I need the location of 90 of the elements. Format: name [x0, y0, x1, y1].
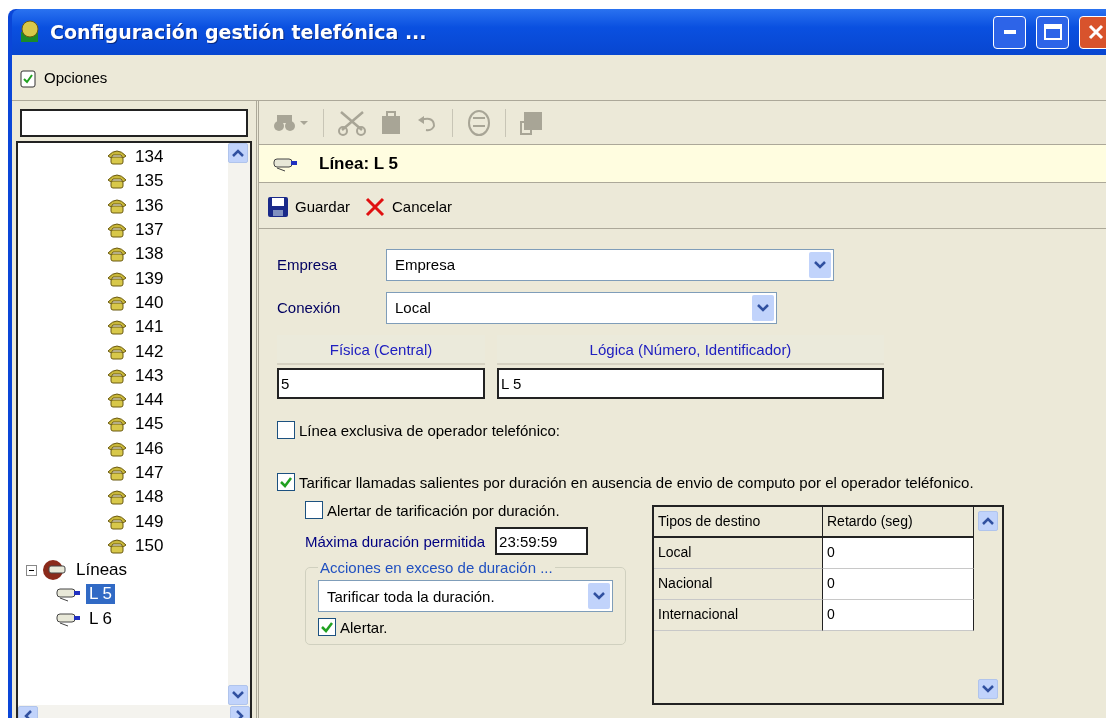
- maximize-button[interactable]: [1036, 15, 1069, 49]
- tree-item[interactable]: L 6: [86, 608, 115, 629]
- phone-icon: [106, 221, 128, 240]
- table-cell[interactable]: 0: [823, 569, 974, 600]
- tree-item[interactable]: Líneas: [73, 560, 131, 581]
- collapse-icon[interactable]: [26, 564, 37, 576]
- scrollbar[interactable]: [978, 511, 998, 699]
- tree-item[interactable]: 149: [132, 511, 167, 532]
- checkbox-label: Línea exclusiva de operador telefónico:: [299, 421, 560, 439]
- group-title: Acciones en exceso de duración ...: [319, 559, 554, 576]
- action-button[interactable]: Cancelar: [362, 193, 455, 220]
- table-cell: Nacional: [654, 569, 823, 600]
- phone-icon: [106, 415, 128, 434]
- menu-item[interactable]: Opciones: [18, 65, 110, 90]
- phone-icon: [106, 245, 128, 264]
- field-label: Conexión: [277, 299, 342, 316]
- phone-icon: [106, 391, 128, 410]
- app-icon: [18, 20, 42, 44]
- phone-icon: [106, 536, 128, 555]
- phone-icon: [106, 366, 128, 385]
- tree-item[interactable]: 150: [132, 535, 167, 556]
- maximize-icon: [1043, 24, 1062, 40]
- dropdown[interactable]: Empresa: [386, 248, 834, 281]
- field-label: Empresa: [277, 256, 339, 273]
- tree-item[interactable]: 134: [132, 147, 167, 168]
- field-label: Máxima duración permitida: [305, 532, 486, 550]
- tree-item[interactable]: 143: [132, 365, 167, 386]
- tree-item[interactable]: 138: [132, 244, 167, 265]
- phone-icon: [106, 342, 128, 361]
- tree-item[interactable]: 137: [132, 220, 167, 241]
- close-button[interactable]: [1079, 15, 1106, 49]
- line-device-icon: [273, 155, 299, 172]
- caret-icon: [982, 517, 994, 525]
- tree-item[interactable]: 148: [132, 487, 167, 508]
- scrollbar[interactable]: [228, 143, 250, 705]
- input-field[interactable]: 23:59:59: [495, 527, 589, 555]
- checkbox-label: Alertar de tarificación por duración.: [327, 501, 560, 519]
- phone-icon: [106, 269, 128, 288]
- phone-icon: [106, 148, 128, 167]
- line-device-icon: [56, 586, 82, 603]
- tree-item[interactable]: L 5: [86, 584, 115, 605]
- dropdown[interactable]: Tarificar toda la duración.: [318, 580, 613, 612]
- table-cell[interactable]: 0: [823, 538, 974, 569]
- tree-item[interactable]: 144: [132, 390, 167, 411]
- search-field[interactable]: [20, 109, 248, 137]
- table-cell: Internacional: [654, 600, 823, 631]
- close-icon: [1087, 24, 1104, 40]
- tree-item[interactable]: 139: [132, 268, 167, 289]
- tree-item[interactable]: 136: [132, 195, 167, 216]
- table-cell: Local: [654, 538, 823, 569]
- checkbox[interactable]: [277, 421, 295, 439]
- checkbox[interactable]: [305, 501, 323, 519]
- tree-item[interactable]: 147: [132, 463, 167, 483]
- action-button[interactable]: Guardar: [265, 193, 353, 220]
- caret-icon: [593, 592, 605, 600]
- tree-item[interactable]: 142: [132, 341, 167, 362]
- line-device-icon: [56, 610, 82, 627]
- caret-icon: [982, 685, 994, 693]
- phone-icon: [106, 512, 128, 531]
- caret-icon: [232, 691, 244, 699]
- phone-icon: [106, 464, 128, 482]
- tree-item[interactable]: 140: [132, 292, 167, 313]
- tree-item[interactable]: 141: [132, 317, 167, 338]
- minimize-button[interactable]: [993, 15, 1026, 49]
- caret-icon: [232, 149, 244, 157]
- checklist-icon: [20, 67, 36, 88]
- cross-icon: [364, 195, 387, 218]
- record-title: Línea: L 5: [319, 153, 399, 174]
- caret-icon: [757, 303, 769, 312]
- window-title: Configuración gestión telefónica ...: [50, 21, 428, 43]
- caret-icon: [814, 260, 826, 269]
- table-cell[interactable]: 0: [823, 600, 974, 631]
- phone-icon: [106, 439, 128, 458]
- checkbox-label: Tarificar llamadas salientes por duración en ausencia de envio de computo por el operador teléfonico.: [299, 473, 974, 491]
- phone-icon: [106, 488, 128, 507]
- checkbox[interactable]: [318, 618, 336, 636]
- tree-item[interactable]: 145: [132, 414, 167, 435]
- tree-item[interactable]: 135: [132, 171, 167, 192]
- checkbox-label: Alertar.: [340, 618, 388, 636]
- checkbox[interactable]: [277, 473, 295, 491]
- phone-icon: [106, 196, 128, 215]
- minimize-icon: [1003, 30, 1016, 34]
- input-field[interactable]: L 5: [497, 368, 884, 399]
- phone-icon: [106, 318, 128, 337]
- phone-icon: [106, 293, 128, 312]
- operator-icon: [41, 559, 69, 582]
- phone-icon: [106, 172, 128, 191]
- tree-item[interactable]: 146: [132, 438, 167, 459]
- input-field[interactable]: 5: [277, 368, 485, 399]
- dropdown[interactable]: Local: [386, 291, 777, 324]
